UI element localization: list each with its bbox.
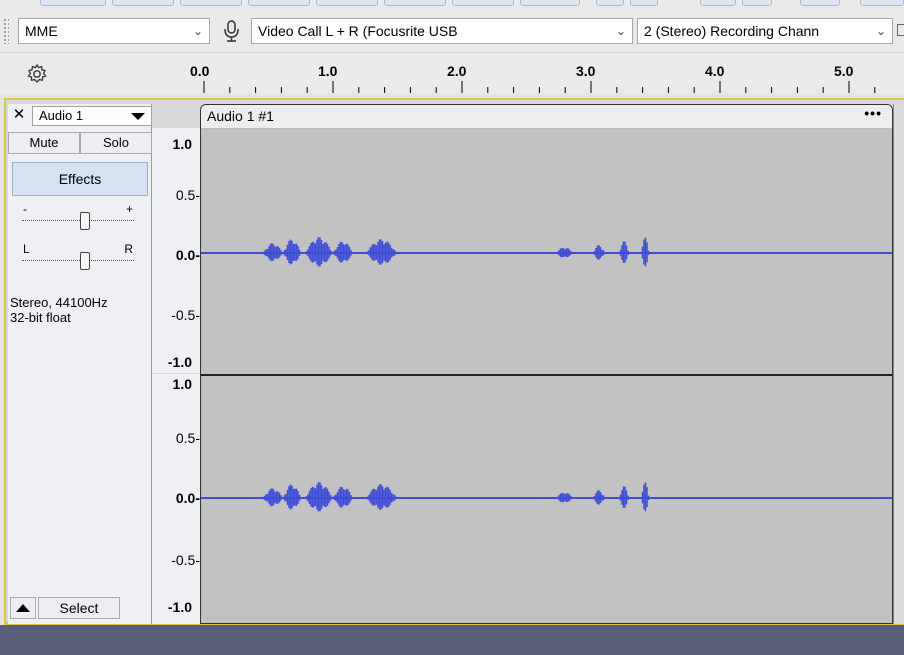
toolbar-button[interactable] — [800, 0, 840, 6]
toolbar-grip[interactable] — [3, 18, 9, 44]
ruler-label: 3.0 — [576, 63, 596, 79]
scale-label: 0.5- — [175, 430, 200, 446]
gain-slider-thumb[interactable] — [80, 212, 90, 230]
dropdown-triangle-icon — [131, 113, 145, 120]
timeline-ruler[interactable]: 0.0 1.0 2.0 3.0 4.0 5.0 — [0, 52, 904, 94]
recording-channels-select[interactable]: 2 (Stereo) Recording Chann ⌄ — [637, 18, 893, 44]
gain-slider-track — [22, 220, 134, 221]
ruler-ticks — [203, 81, 876, 93]
empty-track-area[interactable] — [0, 625, 904, 655]
toolbar-button[interactable] — [700, 0, 736, 6]
microphone-icon — [220, 18, 244, 44]
toolbar-button[interactable] — [180, 0, 242, 6]
toolbar-button[interactable] — [384, 0, 446, 6]
gain-slider[interactable]: - + — [22, 202, 134, 230]
chevron-down-icon: ⌄ — [192, 24, 204, 38]
toolbar-button[interactable] — [452, 0, 514, 6]
toolbar-button[interactable] — [630, 0, 658, 6]
toolbar-button[interactable] — [860, 0, 904, 6]
pan-slider-track — [22, 260, 134, 261]
vertical-scrollbar[interactable] — [893, 104, 904, 624]
toolbar-button[interactable] — [248, 0, 310, 6]
chevron-down-icon: ⌄ — [615, 24, 627, 38]
gain-plus-label: + — [125, 202, 133, 216]
toolbar-button[interactable] — [742, 0, 772, 6]
device-toolbar: MME ⌄ Video Call L + R (Focusrite USB ⌄ … — [0, 10, 904, 52]
audio-host-value: MME — [25, 23, 58, 39]
toolbar-overflow-icon[interactable] — [897, 24, 904, 36]
scale-label: 0.0- — [175, 247, 200, 263]
ruler-label: 1.0 — [318, 63, 338, 79]
recording-device-select[interactable]: Video Call L + R (Focusrite USB ⌄ — [251, 18, 633, 44]
toolbar-button[interactable] — [596, 0, 624, 6]
audio-clip[interactable]: Audio 1 #1 ••• — [200, 104, 893, 624]
scale-label: -1.0 — [167, 599, 192, 615]
close-icon[interactable]: ✕ — [10, 106, 28, 124]
ruler-label: 4.0 — [705, 63, 725, 79]
amplitude-scale-top: 1.0 0.5- 0.0- -0.5- -1.0 — [152, 128, 200, 373]
ruler-label: 2.0 — [447, 63, 467, 79]
ruler-label: 0.0 — [190, 63, 210, 79]
toolbar-button[interactable] — [40, 0, 106, 6]
select-track-button[interactable]: Select — [38, 597, 120, 619]
amplitude-scale-bottom: 1.0 0.5- 0.0- -0.5- -1.0 — [152, 374, 200, 624]
scale-label: -1.0 — [167, 354, 192, 370]
scale-label: 0.0- — [175, 490, 200, 506]
clip-title: Audio 1 #1 — [207, 108, 274, 124]
mute-button[interactable]: Mute — [8, 132, 80, 154]
scale-label: 1.0 — [172, 136, 192, 152]
toolbar-button[interactable] — [316, 0, 378, 6]
scale-label: 1.0 — [172, 376, 192, 392]
track-format-rate: Stereo, 44100Hz — [10, 295, 108, 310]
recording-device-value: Video Call L + R (Focusrite USB — [258, 23, 458, 39]
top-toolbar-strip — [0, 0, 904, 10]
clip-menu-icon[interactable]: ••• — [864, 105, 882, 121]
toolbar-button[interactable] — [112, 0, 174, 6]
chevron-down-icon: ⌄ — [875, 24, 887, 38]
effects-button[interactable]: Effects — [12, 162, 148, 196]
audio-host-select[interactable]: MME ⌄ — [18, 18, 210, 44]
solo-button[interactable]: Solo — [80, 132, 152, 154]
scale-label: -0.5- — [171, 552, 200, 568]
collapse-arrow-icon — [16, 604, 30, 612]
pan-slider[interactable]: L R — [22, 242, 134, 270]
track-name-row: ✕ Audio 1 — [8, 104, 152, 126]
track-name-label: Audio 1 — [39, 108, 84, 123]
toolbar-button[interactable] — [520, 0, 580, 6]
track-control-panel[interactable]: ✕ Audio 1 Mute Solo Effects - + L R Ster… — [8, 104, 152, 624]
pan-slider-thumb[interactable] — [80, 252, 90, 270]
recording-channels-value: 2 (Stereo) Recording Chann — [644, 23, 820, 39]
scale-label: -0.5- — [171, 307, 200, 323]
gear-icon[interactable] — [24, 61, 50, 87]
waveform-channel-right[interactable] — [201, 376, 893, 624]
clip-header[interactable]: Audio 1 #1 ••• — [201, 105, 892, 129]
pan-right-label: R — [124, 242, 133, 256]
ruler-label: 5.0 — [834, 63, 854, 79]
gain-minus-label: - — [23, 202, 27, 216]
waveform-channel-left[interactable] — [201, 129, 893, 374]
scale-label: 0.5- — [175, 187, 200, 203]
collapse-track-button[interactable] — [10, 597, 36, 619]
track-name-menu[interactable]: Audio 1 — [32, 106, 152, 126]
pan-left-label: L — [23, 242, 30, 256]
track-format-depth: 32-bit float — [10, 310, 71, 325]
